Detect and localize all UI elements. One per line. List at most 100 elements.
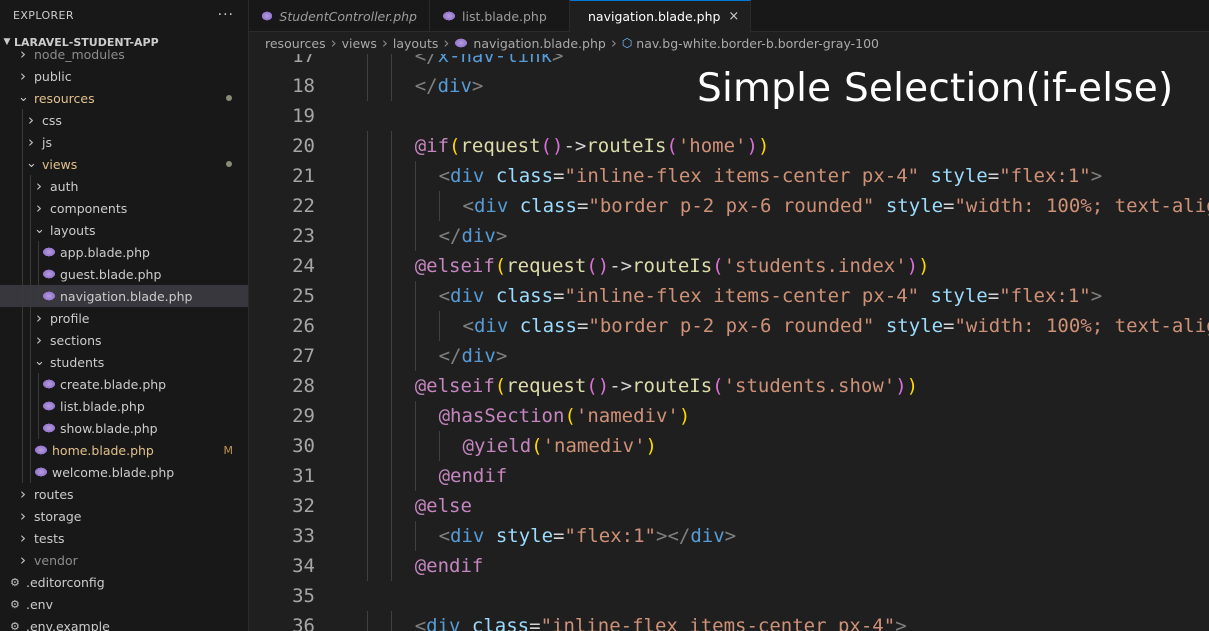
tree-item-label: navigation.blade.php — [60, 288, 193, 304]
tree-folder[interactable]: › sections — [0, 329, 248, 351]
tree-item-label: profile — [50, 310, 90, 326]
close-icon[interactable]: × — [728, 9, 739, 24]
code-token: < — [438, 285, 451, 307]
tree-file[interactable]: ⚙ .env — [0, 593, 248, 615]
tree-folder[interactable]: › node_modules — [0, 45, 248, 65]
overlay-title: Simple Selection(if-else) — [697, 66, 1174, 111]
tab-0[interactable]: StudentController.php — [249, 0, 430, 32]
line-number: 30 — [292, 435, 315, 457]
tree-folder[interactable]: › storage — [0, 505, 248, 527]
tree-file[interactable]: app.blade.php — [0, 241, 248, 263]
code-line: @endif — [415, 551, 484, 581]
tree-folder[interactable]: › routes — [0, 483, 248, 505]
code-line: </div> — [439, 221, 508, 251]
code-token: ></ — [656, 525, 691, 547]
code-line: @endif — [439, 461, 508, 491]
breadcrumb-item[interactable]: navigation.blade.php — [473, 36, 605, 51]
more-actions-icon[interactable]: ··· — [218, 7, 234, 23]
tree-folder[interactable]: › vendor — [0, 549, 248, 571]
php-file-icon — [34, 445, 48, 455]
indent-guide — [30, 417, 31, 439]
indent-guide — [366, 281, 368, 311]
chevron-down-icon: ⌄ — [26, 156, 37, 171]
tree-folder[interactable]: ⌄ resources — [0, 87, 248, 109]
tree-item-label: tests — [34, 530, 65, 546]
tree-folder[interactable]: › tests — [0, 527, 248, 549]
indent-guide — [414, 401, 416, 431]
code-token: ) — [918, 255, 930, 277]
code-token: style — [495, 525, 554, 547]
tab-label: StudentController.php — [279, 8, 417, 24]
code-token: "inline-flex items-center px-4" — [540, 615, 896, 631]
code-token: </ — [414, 75, 438, 97]
code-token: () — [586, 375, 610, 397]
tree-file[interactable]: ⚙ .env.example — [0, 615, 248, 631]
tree-item-label: node_modules — [34, 46, 125, 62]
code-token: = — [987, 165, 1000, 187]
tree-folder[interactable]: › components — [0, 197, 248, 219]
tree-folder[interactable]: ⌄ layouts — [0, 219, 248, 241]
indent-guide — [366, 54, 368, 71]
indent-guide — [390, 551, 392, 581]
tree-folder[interactable]: › css — [0, 109, 248, 131]
code-token: routeIs — [586, 135, 667, 157]
indent-guide — [414, 221, 416, 251]
tree-file[interactable]: ⚙ .editorconfig — [0, 571, 248, 593]
tree-folder[interactable]: › auth — [0, 175, 248, 197]
code-token: request — [506, 375, 587, 397]
tree-file[interactable]: create.blade.php — [0, 373, 248, 395]
code-token: -> — [563, 135, 587, 157]
tree-item-label: show.blade.php — [60, 420, 158, 436]
tree-file[interactable]: guest.blade.php — [0, 263, 248, 285]
tree-item-label: vendor — [34, 552, 78, 568]
indent-guide — [366, 431, 368, 461]
indent-guide — [22, 131, 23, 153]
explorer-title: EXPLORER — [13, 8, 74, 22]
code-token: < — [462, 195, 474, 217]
line-number: 29 — [292, 405, 315, 427]
tree-item-label: sections — [50, 332, 102, 348]
tree-file[interactable]: show.blade.php — [0, 417, 248, 439]
breadcrumb-item[interactable]: nav.bg-white.border-b.border-gray-100 — [636, 36, 879, 51]
indent-guide — [438, 431, 440, 461]
code-token: style — [930, 285, 988, 307]
tree-folder[interactable]: ⌄ students — [0, 351, 248, 373]
tree-item-label: css — [42, 112, 62, 128]
breadcrumb-item[interactable]: layouts — [393, 36, 439, 51]
line-number: 19 — [292, 105, 315, 127]
tree-folder[interactable]: › profile — [0, 307, 248, 329]
indent-guide — [22, 109, 23, 131]
indent-guide — [38, 285, 39, 307]
tab-1[interactable]: list.blade.php — [430, 0, 570, 32]
tree-file[interactable]: welcome.blade.php — [0, 461, 248, 483]
tree-folder[interactable]: › public — [0, 65, 248, 87]
indent-guide — [414, 311, 416, 341]
gear-icon: ⚙ — [10, 575, 20, 589]
indent-guide — [390, 461, 392, 491]
tree-file[interactable]: list.blade.php — [0, 395, 248, 417]
breadcrumb-item[interactable]: views — [342, 36, 377, 51]
code-token: @else — [414, 495, 472, 517]
tree-folder[interactable]: › js — [0, 131, 248, 153]
code-editor[interactable]: 17 18 19 20 21 22 23 24 25 26 27 28 29 30 31 32 33 34 35 36… — [249, 54, 1209, 631]
code-token: div — [450, 525, 485, 547]
breadcrumb-item[interactable]: resources — [265, 36, 326, 51]
code-token: > — [724, 525, 737, 547]
indent-guide — [38, 395, 39, 417]
tree-file[interactable]: navigation.blade.php — [0, 285, 248, 307]
tree-folder[interactable]: ⌄ views — [0, 153, 248, 175]
tree-item-label: guest.blade.php — [60, 266, 162, 282]
chevron-right-icon: › — [20, 529, 26, 547]
code-token: "border p-2 px-6 rounded" — [588, 315, 875, 337]
tab-2[interactable]: navigation.blade.php × — [570, 0, 751, 32]
indent-guide — [390, 431, 392, 461]
php-file-icon — [454, 38, 469, 48]
code-token: @endif — [438, 465, 508, 487]
code-token: class — [519, 195, 577, 217]
tree-file[interactable]: home.blade.php M — [0, 439, 248, 461]
modified-dot-icon — [226, 161, 232, 167]
indent-guide — [366, 251, 368, 281]
